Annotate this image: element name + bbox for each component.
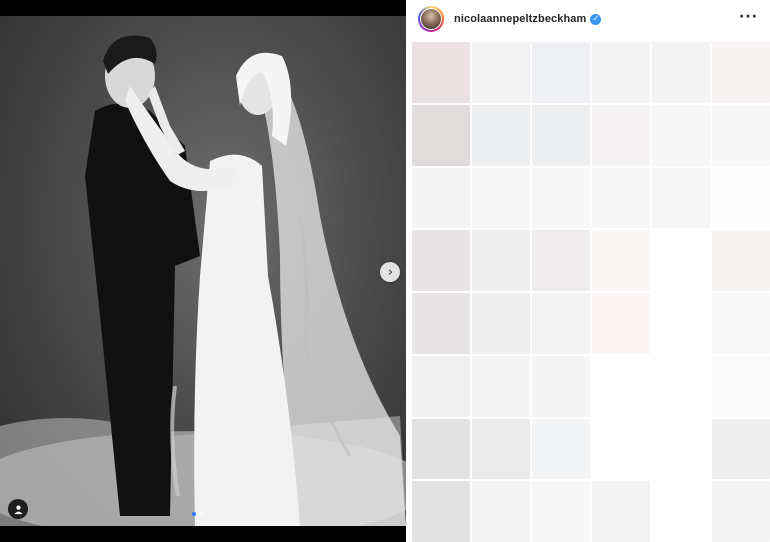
blurred-comment-block xyxy=(592,481,650,542)
checkmark-icon: ✓ xyxy=(592,14,600,23)
blurred-comment-block xyxy=(472,355,530,417)
blurred-comment-block xyxy=(652,293,710,354)
post-sidebar: nicolaannepeltzbeckham ✓ ··· xyxy=(406,0,770,542)
blurred-comment-block xyxy=(412,167,470,229)
blurred-comment-block xyxy=(592,418,650,480)
blurred-comment-block xyxy=(412,481,470,542)
blurred-comment-block xyxy=(652,167,710,229)
blurred-comment-block xyxy=(712,355,770,417)
blurred-comment-block xyxy=(472,293,530,354)
blurred-comment-block xyxy=(652,355,710,417)
blurred-comment-block xyxy=(472,481,530,542)
blurred-comment-block xyxy=(532,418,590,480)
blurred-comment-block xyxy=(652,481,710,542)
blurred-comment-block xyxy=(472,418,530,480)
blurred-comment-block xyxy=(412,355,470,417)
blurred-comment-block xyxy=(592,104,650,166)
user-tag-icon xyxy=(13,505,23,514)
blurred-comment-block xyxy=(532,481,590,542)
more-options-icon[interactable]: ··· xyxy=(739,9,758,25)
instagram-post: › nicolaannepeltzbeckham ✓ ··· xyxy=(0,0,770,542)
blurred-comment-block xyxy=(712,418,770,480)
blurred-comment-block xyxy=(472,104,530,166)
carousel-indicator xyxy=(192,512,203,516)
username-link[interactable]: nicolaannepeltzbeckham xyxy=(454,13,586,25)
blurred-comment-block xyxy=(532,42,590,103)
blurred-comment-block xyxy=(712,481,770,542)
blurred-comment-block xyxy=(592,230,650,291)
blurred-comment-block xyxy=(712,293,770,354)
blurred-comment-block xyxy=(652,418,710,480)
blurred-comment-block xyxy=(532,104,590,166)
next-photo-button[interactable]: › xyxy=(380,262,400,282)
blurred-comment-block xyxy=(592,42,650,103)
blurred-comment-block xyxy=(472,230,530,291)
carousel-dot-2 xyxy=(199,512,203,516)
verified-badge-icon: ✓ xyxy=(590,13,602,25)
blurred-comment-block xyxy=(412,293,470,354)
blurred-comment-block xyxy=(472,42,530,103)
tagged-users-button[interactable] xyxy=(8,499,28,519)
blurred-comment-block xyxy=(592,355,650,417)
blurred-comment-block xyxy=(532,355,590,417)
blurred-comment-block xyxy=(532,167,590,229)
blurred-comment-block xyxy=(712,42,770,103)
blurred-comment-block xyxy=(412,230,470,291)
blurred-comment-block xyxy=(712,104,770,166)
blurred-comment-block xyxy=(712,167,770,229)
blurred-comment-block xyxy=(412,42,470,103)
chevron-right-icon: › xyxy=(387,264,394,280)
blurred-comment-block xyxy=(412,418,470,480)
blurred-comment-block xyxy=(412,104,470,166)
post-header: nicolaannepeltzbeckham ✓ ··· xyxy=(406,0,770,38)
blurred-comment-block xyxy=(652,104,710,166)
blurred-comment-block xyxy=(532,293,590,354)
blurred-comments-area xyxy=(412,42,770,542)
post-media: › xyxy=(0,0,406,542)
wedding-photo-illustration xyxy=(0,35,406,526)
blurred-comment-block xyxy=(652,42,710,103)
wedding-photo[interactable] xyxy=(0,16,406,526)
avatar[interactable] xyxy=(418,6,444,32)
blurred-comment-block xyxy=(712,230,770,291)
blurred-comment-block xyxy=(532,230,590,291)
blurred-comment-block xyxy=(652,230,710,291)
blurred-comment-block xyxy=(592,293,650,354)
carousel-dot-1 xyxy=(192,512,196,516)
avatar-image xyxy=(420,8,442,30)
blurred-comment-block xyxy=(472,167,530,229)
blurred-comment-block xyxy=(592,167,650,229)
